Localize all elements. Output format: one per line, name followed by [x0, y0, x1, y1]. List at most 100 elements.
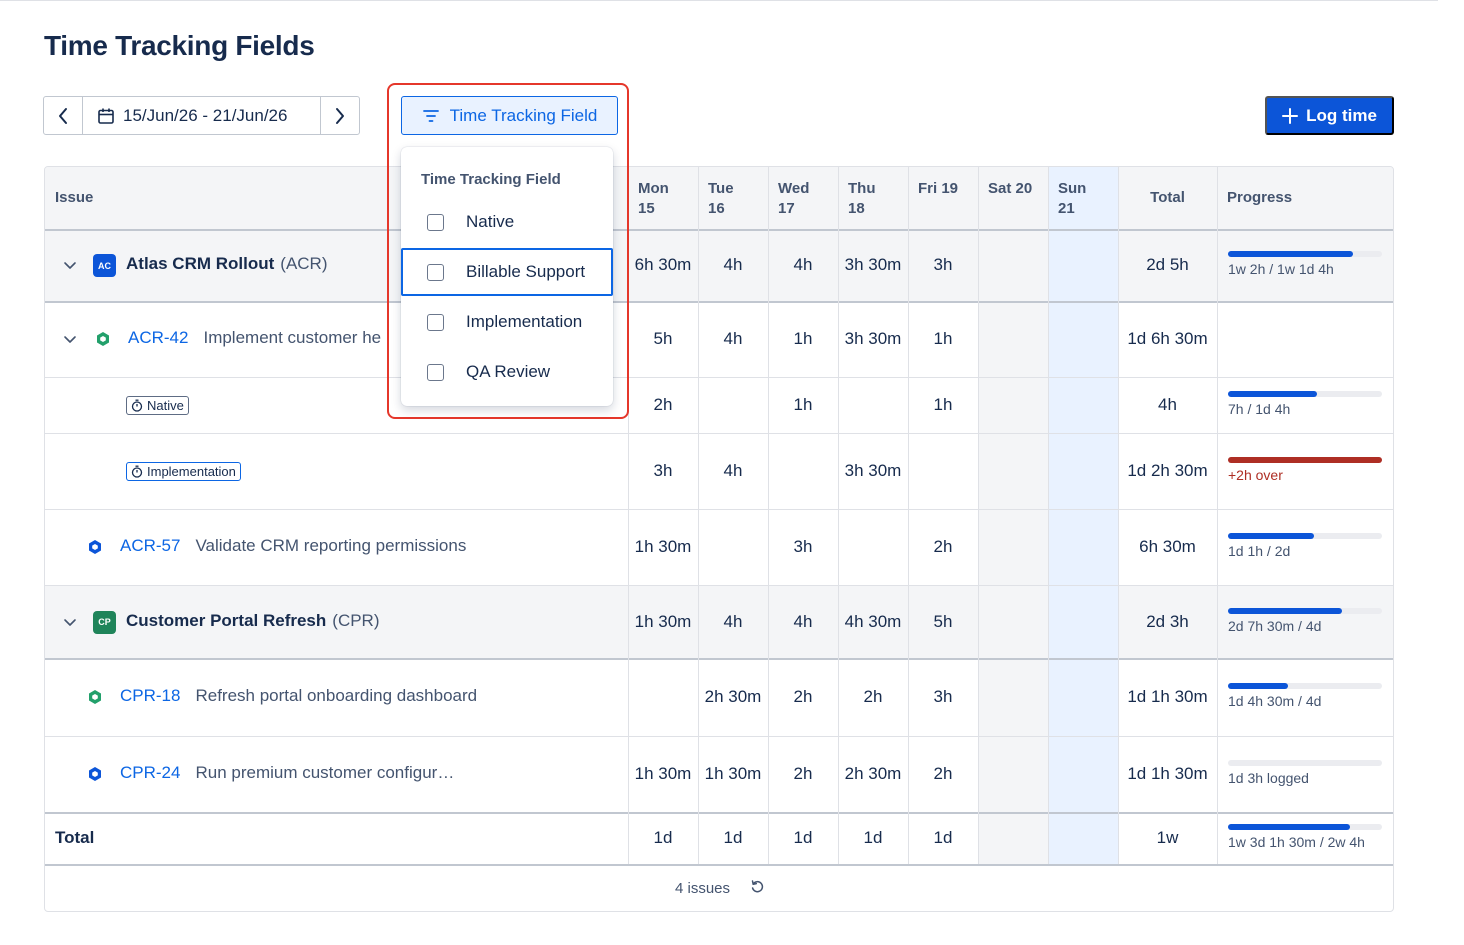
day-name: Tue — [708, 180, 734, 197]
day-time-cell: 1h 30m — [704, 764, 762, 783]
progress-fill — [1228, 391, 1318, 397]
day-time-cell: 5h — [933, 611, 953, 631]
table-footer: 4 issues — [45, 864, 1393, 911]
dropdown-title: Time Tracking Field — [421, 171, 561, 188]
progress-label: 2d 7h 30m / 4d — [1228, 617, 1322, 634]
dropdown-option-native[interactable]: Native — [401, 198, 613, 246]
issue-key-link[interactable]: CPR-24 — [120, 763, 180, 783]
progress-fill — [1228, 824, 1350, 830]
page-title: Time Tracking Fields — [44, 30, 315, 61]
issue-type-icon — [87, 539, 103, 555]
day-time-cell: 2h — [933, 764, 953, 783]
progress-fill — [1228, 457, 1382, 463]
log-time-label: Log time — [1306, 105, 1377, 125]
day-total-cell: 1d — [723, 828, 743, 847]
day-time-cell — [768, 433, 838, 509]
day-total-cell — [1048, 812, 1118, 864]
day-time-cell: 3h — [933, 255, 953, 274]
row-total-cell: 4h — [1158, 395, 1177, 414]
project-avatar: AC — [93, 254, 116, 277]
day-total-cell: 1d — [863, 828, 883, 847]
log-time-button[interactable]: Log time — [1265, 96, 1394, 135]
next-week-button[interactable] — [320, 96, 360, 135]
day-time-cell: 3h — [653, 461, 673, 480]
day-time-cell: 1h — [793, 395, 813, 414]
issue-count: 4 issues — [674, 879, 731, 897]
stopwatch-icon — [131, 465, 143, 478]
day-time-cell — [978, 229, 1048, 301]
issue-summary[interactable]: Refresh portal onboarding dashboard — [195, 686, 477, 706]
project-avatar: CP — [93, 610, 116, 634]
row-total-cell: 1d 2h 30m — [1127, 461, 1208, 480]
day-total-cell: 1d — [653, 828, 673, 847]
chevron-down-icon[interactable] — [63, 332, 77, 346]
timesheet-table: Issue Mon 15 Tue 16 Wed 17 Thu 18 Fri 19 Sat 20 Sun… — [44, 166, 1394, 912]
checkbox[interactable] — [427, 213, 444, 231]
progress-column-header: Progress — [1227, 189, 1293, 206]
issue-key-link[interactable]: CPR-18 — [120, 686, 180, 706]
day-time-cell — [1048, 433, 1118, 509]
option-label: Implementation — [466, 312, 583, 331]
day-time-cell — [1048, 658, 1118, 736]
day-name: Sun — [1058, 180, 1087, 197]
issue-summary[interactable]: Implement customer he — [203, 328, 381, 348]
issue-key-link[interactable]: ACR-42 — [128, 328, 188, 348]
dropdown-option-qa-review[interactable]: QA Review — [401, 348, 613, 396]
day-number: 16 — [708, 200, 725, 217]
chevron-down-icon[interactable] — [63, 615, 77, 629]
project-name[interactable]: Atlas CRM Rollout — [126, 254, 274, 274]
progress-bar: 2d 7h 30m / 4d — [1228, 607, 1388, 638]
chevron-down-icon[interactable] — [63, 258, 77, 272]
progress-bar: 1d 1h / 2d — [1228, 533, 1388, 563]
day-time-cell — [978, 433, 1048, 509]
project-name[interactable]: Customer Portal Refresh — [126, 611, 326, 631]
refresh-icon[interactable] — [750, 879, 765, 898]
progress-bar: +2h over — [1228, 457, 1388, 487]
checkbox[interactable] — [427, 263, 444, 281]
chip-label: Native — [147, 398, 184, 413]
dropdown-option-implementation[interactable]: Implementation — [401, 298, 613, 346]
progress-bar: 1w 3d 1h 30m / 2w 4h — [1228, 824, 1388, 854]
day-name: Sat 20 — [988, 180, 1033, 197]
date-range-picker[interactable]: 15/Jun/26 - 21/Jun/26 — [83, 96, 321, 135]
day-time-cell — [908, 433, 978, 509]
day-time-cell: 2h — [793, 687, 813, 706]
day-time-cell: 4h — [793, 255, 813, 274]
day-time-cell: 3h 30m — [844, 461, 902, 480]
day-time-cell: 5h — [653, 329, 673, 348]
day-time-cell — [1048, 377, 1118, 433]
day-time-cell: 2h 30m — [844, 764, 902, 783]
day-time-cell: 4h — [793, 611, 813, 631]
day-time-cell: 1h 30m — [634, 764, 692, 783]
previous-week-button[interactable] — [43, 96, 83, 135]
day-time-cell: 2h 30m — [704, 687, 762, 706]
day-time-cell — [1048, 736, 1118, 812]
plus-icon — [1282, 107, 1299, 124]
progress-track — [1228, 760, 1382, 766]
progress-fill — [1228, 251, 1353, 257]
day-time-cell — [978, 301, 1048, 377]
time-tracking-field-chip: Native — [126, 396, 189, 415]
day-name: Wed — [778, 180, 810, 197]
project-key: (CPR) — [332, 610, 380, 630]
dropdown-option-billable-support[interactable]: Billable Support — [401, 248, 613, 296]
day-time-cell: 1h — [793, 329, 813, 348]
issue-summary[interactable]: Run premium customer configur… — [195, 763, 454, 783]
checkbox[interactable] — [427, 363, 444, 381]
time-tracking-field-chip: Implementation — [126, 462, 241, 481]
day-number: 21 — [1058, 200, 1075, 217]
day-total-cell: 1d — [933, 828, 953, 847]
day-time-cell: 1h 30m — [634, 611, 692, 631]
time-tracking-field-dropdown: Time Tracking Field Native Billable Suppo… — [401, 147, 613, 406]
issue-key-link[interactable]: ACR-57 — [120, 536, 180, 556]
day-time-cell — [1048, 301, 1118, 377]
day-time-cell: 2h — [863, 687, 883, 706]
checkbox[interactable] — [427, 313, 444, 331]
progress-label: 1d 4h 30m / 4d — [1228, 693, 1322, 709]
progress-bar: 1d 3h logged — [1228, 760, 1388, 790]
day-total-cell — [978, 812, 1048, 864]
project-key: (ACR) — [280, 254, 328, 273]
day-column-header: Wed 17 — [768, 167, 838, 229]
day-time-cell: 4h — [723, 329, 743, 348]
issue-summary[interactable]: Validate CRM reporting permissions — [195, 536, 466, 556]
